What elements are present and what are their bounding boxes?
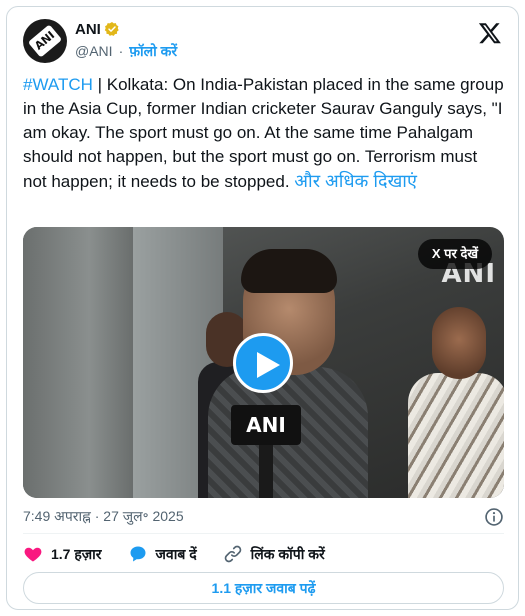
tweet-text: #WATCH | Kolkata: On India-Pakistan plac… [23,73,505,194]
x-logo-icon[interactable] [478,21,502,45]
verified-badge-icon [104,22,119,36]
divider [23,533,504,534]
speech-bubble-icon [130,546,146,562]
copy-link-label: लिंक कॉपी करें [250,545,325,562]
action-bar: 1.7 हज़ार जवाब दें लिंक कॉपी करें [23,539,351,569]
avatar-logo: ANI [27,24,63,58]
copy-link-button[interactable]: लिंक कॉपी करें [223,544,325,564]
show-more-link[interactable]: और अधिक दिखाएं [294,171,417,191]
reply-label: जवाब दें [155,545,197,562]
like-count: 1.7 हज़ार [51,545,102,562]
handle-row: @ANI · फ़ॉलो करें [75,41,177,61]
tweet-header: ANI ANI @ANI · फ़ॉलो करें [23,19,502,63]
reply-button[interactable]: जवाब दें [128,544,197,564]
watch-on-x-button[interactable]: X पर देखें [417,239,492,269]
handle[interactable]: @ANI [75,43,113,59]
separator-dot: · [118,43,124,59]
video-person-right-head [432,307,486,379]
tweet-body: | Kolkata: On India-Pakistan placed in t… [23,75,504,191]
timestamp[interactable]: 7:49 अपराह्न · 27 जुल॰ 2025 [23,508,184,524]
video-person-right [408,307,504,498]
video-player[interactable]: ANI ANI X पर देखें [23,227,504,498]
video-background-wall [23,227,133,498]
display-name[interactable]: ANI [75,21,101,38]
microphone-logo: ANI [231,405,301,445]
info-icon[interactable] [484,507,504,527]
like-button[interactable]: 1.7 हज़ार [23,544,102,564]
link-icon [224,545,241,563]
microphone-stick [259,443,273,498]
tweet-card: ANI ANI @ANI · फ़ॉलो करें #WATCH | Kolka… [6,6,519,610]
hashtag-link[interactable]: #WATCH [23,75,93,94]
tweet-meta: 7:49 अपराह्न · 27 जुल॰ 2025 [23,507,504,527]
play-button[interactable] [233,333,293,393]
video-person-main-hair [241,249,337,293]
heart-icon [24,547,42,562]
play-icon [257,352,280,378]
read-replies-button[interactable]: 1.1 हज़ार जवाब पढ़ें [23,572,504,604]
video-person-right-shirt [408,373,504,498]
avatar[interactable]: ANI [23,19,67,63]
author-name-row: ANI [75,19,120,39]
follow-button[interactable]: फ़ॉलो करें [129,42,177,61]
